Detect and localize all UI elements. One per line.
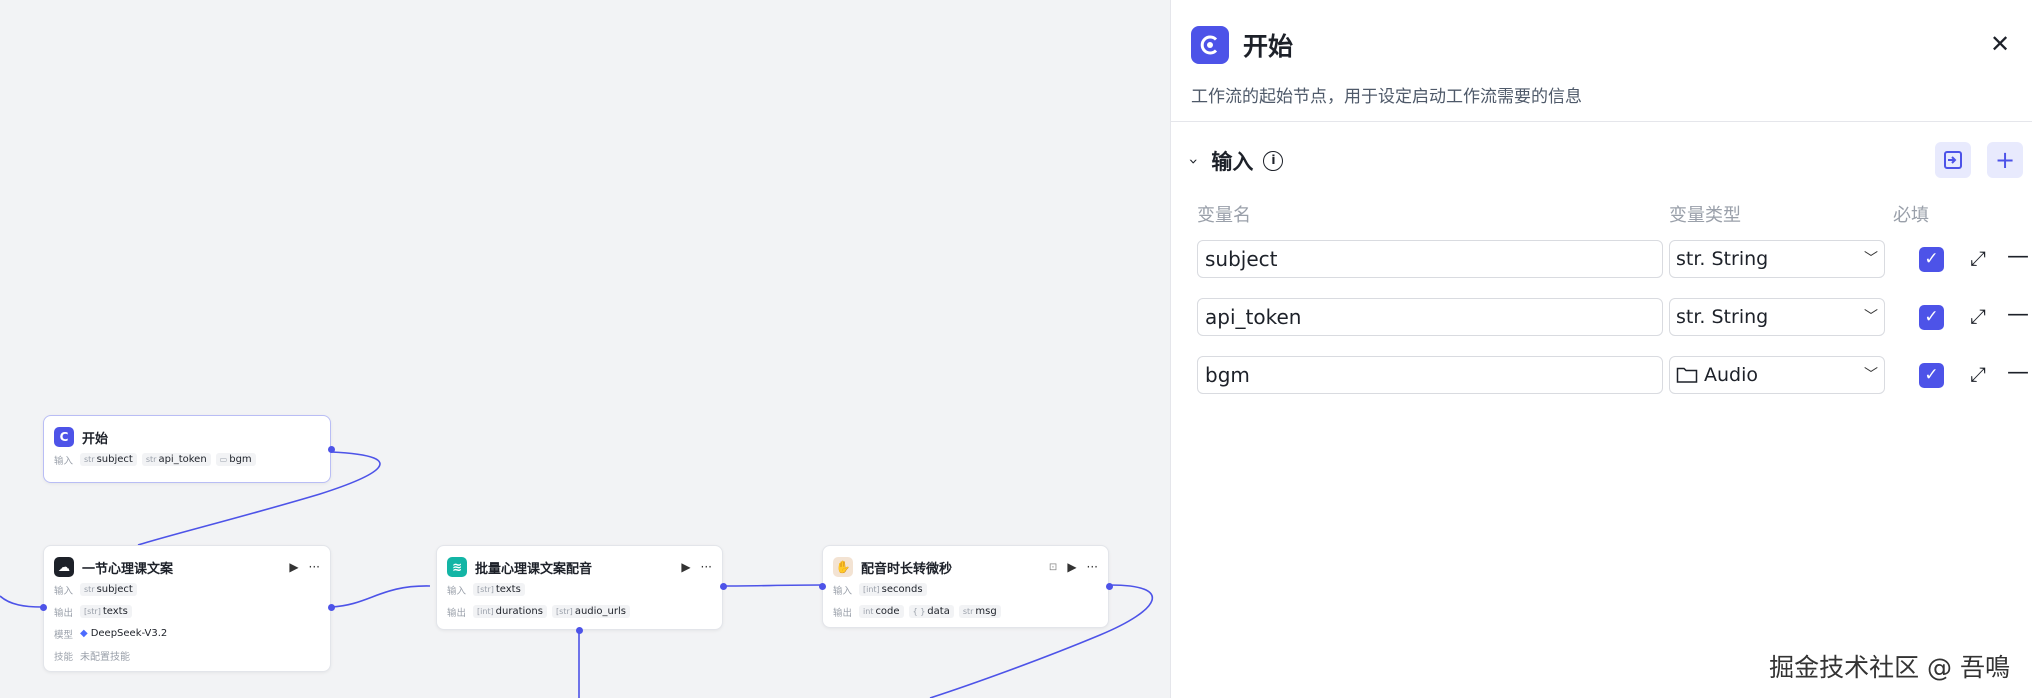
variable-name-input[interactable] [1197, 240, 1663, 278]
add-variable-button[interactable]: + [1987, 142, 2023, 178]
run-icon[interactable]: ▶ [1067, 560, 1076, 574]
var-tag: str subject [80, 583, 137, 596]
var-tag: ▭ bgm [215, 453, 256, 466]
output-port[interactable] [720, 583, 727, 590]
node-row-input: 输入 str subject str api_token ▭ bgm [54, 449, 320, 470]
bottom-port[interactable] [576, 627, 583, 634]
start-icon [1191, 26, 1229, 64]
more-icon[interactable]: ··· [309, 560, 320, 574]
var-tag: [str] texts [473, 583, 525, 596]
var-tag: str msg [958, 605, 1001, 618]
chevron-down-icon: ﹀ [1864, 309, 1878, 325]
start-icon: C [54, 427, 74, 447]
node-row-output: 输出 [str] texts [54, 601, 320, 622]
more-icon[interactable]: ··· [1087, 560, 1098, 574]
edge-tts-to-convert [722, 584, 823, 587]
node-start[interactable]: C 开始 输入 str subject str api_token ▭ bgm [43, 415, 335, 483]
more-icon[interactable]: ··· [701, 560, 712, 574]
variable-name-input[interactable] [1197, 356, 1663, 394]
node-title: 配音时长转微秒 [861, 561, 953, 577]
section-title: 输入 [1211, 150, 1254, 174]
node-llm[interactable]: ☁ 一节心理课文案 ▶ ··· 输入 str subject 输出 [str] te… [40, 545, 335, 672]
divider [1171, 121, 2032, 122]
variable-type-select[interactable]: Audio ﹀ [1669, 356, 1885, 394]
expand-icon[interactable]: ⤢ [1965, 304, 1991, 328]
node-tts[interactable]: ≋ 批量心理课文案配音 ▶ ··· 输入 [str] texts 输出 [int]… [436, 545, 727, 634]
info-icon[interactable]: i [1263, 151, 1284, 171]
column-header-type: 变量类型 [1669, 205, 1741, 226]
folder-icon: ▭ [219, 455, 228, 464]
panel-header: 开始 [1191, 26, 1293, 64]
var-tag: [int] durations [473, 605, 547, 618]
node-row-model: 模型 ◆ DeepSeek-V3.2 [54, 628, 168, 641]
panel-description: 工作流的起始节点，用于设定启动工作流需要的信息 [1191, 87, 1582, 107]
var-tag: { } data [908, 605, 954, 618]
var-tag: int code [859, 605, 904, 618]
required-checkbox[interactable]: ✓ [1919, 363, 1944, 388]
node-row-input: 输入 str subject [54, 579, 320, 600]
var-tag: str subject [80, 453, 137, 466]
run-icon[interactable]: ▶ [681, 560, 690, 574]
node-title: 开始 [82, 431, 109, 447]
remove-icon[interactable]: — [2005, 244, 2031, 269]
node-row-output: 输出 int code { } data str msg [833, 601, 1098, 622]
import-icon [1944, 151, 1962, 169]
column-header-name: 变量名 [1197, 205, 1251, 226]
llm-icon: ☁ [54, 557, 74, 577]
edge-llm-to-tts [330, 585, 431, 608]
input-port[interactable] [40, 604, 47, 611]
node-convert[interactable]: ✋ 配音时长转微秒 ⊡ ▶ ··· 输入 [int] seconds 输出 int… [819, 545, 1113, 628]
required-checkbox[interactable]: ✓ [1919, 305, 1944, 330]
variable-row: str. String﹀ ✓ ⤢ — [1197, 298, 2032, 338]
node-row-input: 输入 [str] texts [447, 579, 712, 600]
folder-icon [1676, 367, 1698, 383]
variable-type-select[interactable]: str. String ﹀ [1669, 240, 1885, 278]
node-title: 一节心理课文案 [82, 561, 174, 577]
variable-name-input[interactable] [1197, 298, 1663, 336]
edge-in-left [0, 595, 43, 608]
node-settings-panel: 开始 ✕ 工作流的起始节点，用于设定启动工作流需要的信息 › 输入 i + 变量… [1170, 0, 2032, 698]
input-port[interactable] [819, 583, 826, 590]
node-title: 批量心理课文案配音 [475, 561, 593, 577]
import-button[interactable] [1935, 142, 1971, 178]
variable-type-select[interactable]: str. String ﹀ [1669, 298, 1885, 336]
variable-row: Audio﹀ ✓ ⤢ — [1197, 356, 2032, 396]
var-tag: str api_token [141, 453, 211, 466]
node-row-skills: 技能 未配置技能 [54, 651, 130, 664]
node-row-output: 输出 [int] durations [str] audio_urls [447, 601, 712, 622]
workflow-canvas[interactable]: C 开始 输入 str subject str api_token ▭ bgm ☁ 一… [0, 0, 1170, 698]
var-tag: [int] seconds [859, 583, 927, 596]
watermark: 掘金技术社区 @ 吾鳴 [1769, 653, 2010, 682]
remove-icon[interactable]: — [2005, 302, 2031, 327]
variable-row: str. String﹀ ✓ ⤢ — [1197, 240, 2032, 280]
chevron-down-icon: ﹀ [1864, 367, 1878, 383]
input-section-header[interactable]: › 输入 i [1185, 146, 1284, 176]
panel-title: 开始 [1243, 32, 1294, 61]
expand-icon[interactable]: ⤢ [1965, 246, 1991, 270]
run-icon[interactable]: ▶ [289, 560, 298, 574]
column-header-required: 必填 [1893, 205, 1929, 226]
remove-icon[interactable]: — [2005, 360, 2031, 385]
var-tag: [str] texts [80, 605, 132, 618]
batch-icon: ≋ [447, 557, 467, 577]
var-tag: [str] audio_urls [551, 605, 630, 618]
node-row-input: 输入 [int] seconds [833, 579, 1098, 600]
deepseek-icon: ◆ [80, 628, 88, 639]
required-checkbox[interactable]: ✓ [1919, 247, 1944, 272]
handshake-icon: ✋ [833, 557, 853, 577]
close-icon[interactable]: ✕ [1986, 30, 2014, 58]
badge-icon: ⊡ [1048, 561, 1058, 573]
output-port[interactable] [328, 446, 335, 453]
output-port[interactable] [328, 604, 335, 611]
chevron-down-icon[interactable]: › [1185, 158, 1204, 164]
expand-icon[interactable]: ⤢ [1965, 362, 1991, 386]
chevron-down-icon: ﹀ [1864, 251, 1878, 267]
output-port[interactable] [1106, 583, 1113, 590]
